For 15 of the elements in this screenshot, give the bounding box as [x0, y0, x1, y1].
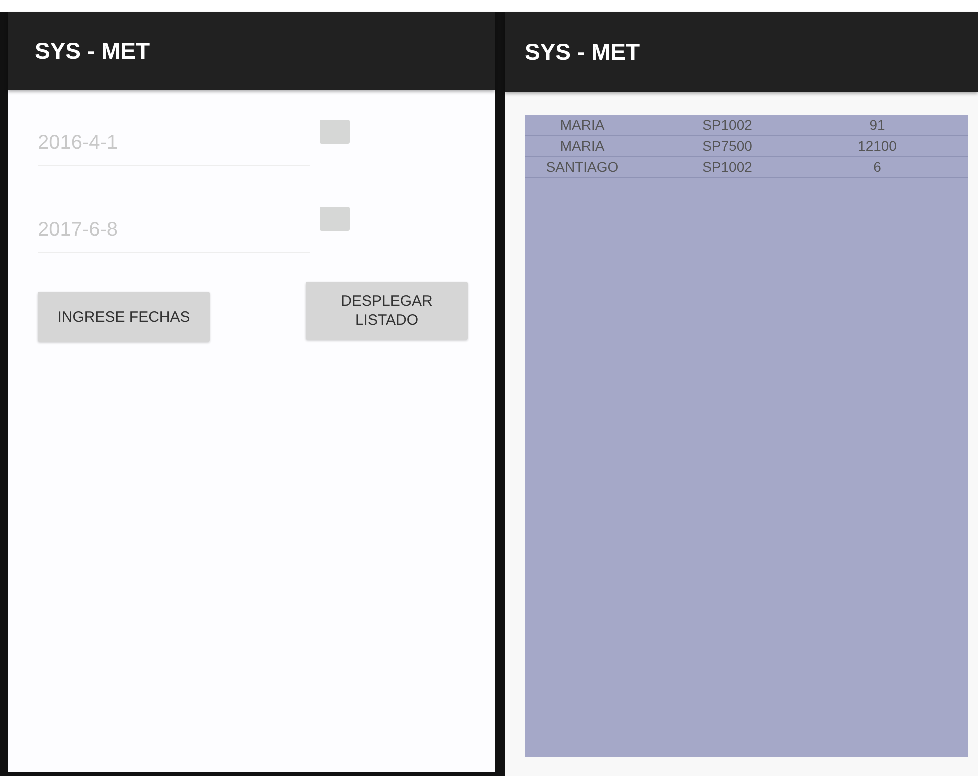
table-cell-text: 6	[872, 159, 882, 175]
app-title: SYS - MET	[525, 38, 640, 66]
picker-button[interactable]	[320, 207, 350, 231]
table-cell-text: 91	[868, 117, 886, 133]
action-button[interactable]: DESPLEGAR LISTADO	[306, 282, 468, 340]
table-cell-text: SP7500	[702, 138, 754, 154]
table-cell-text: MARIA	[559, 117, 606, 133]
table-cell-text: 12100	[857, 138, 898, 154]
app-title: SYS - MET	[35, 38, 150, 64]
table-cell-text: SP1002	[702, 117, 754, 133]
table-cell-text: SANTIAGO	[545, 159, 620, 175]
picker-button[interactable]	[320, 120, 350, 144]
table-cell-text: MARIA	[559, 138, 606, 154]
action-button[interactable]: INGRESE FECHAS	[38, 292, 210, 342]
table-cell-text: SP1002	[702, 159, 754, 175]
